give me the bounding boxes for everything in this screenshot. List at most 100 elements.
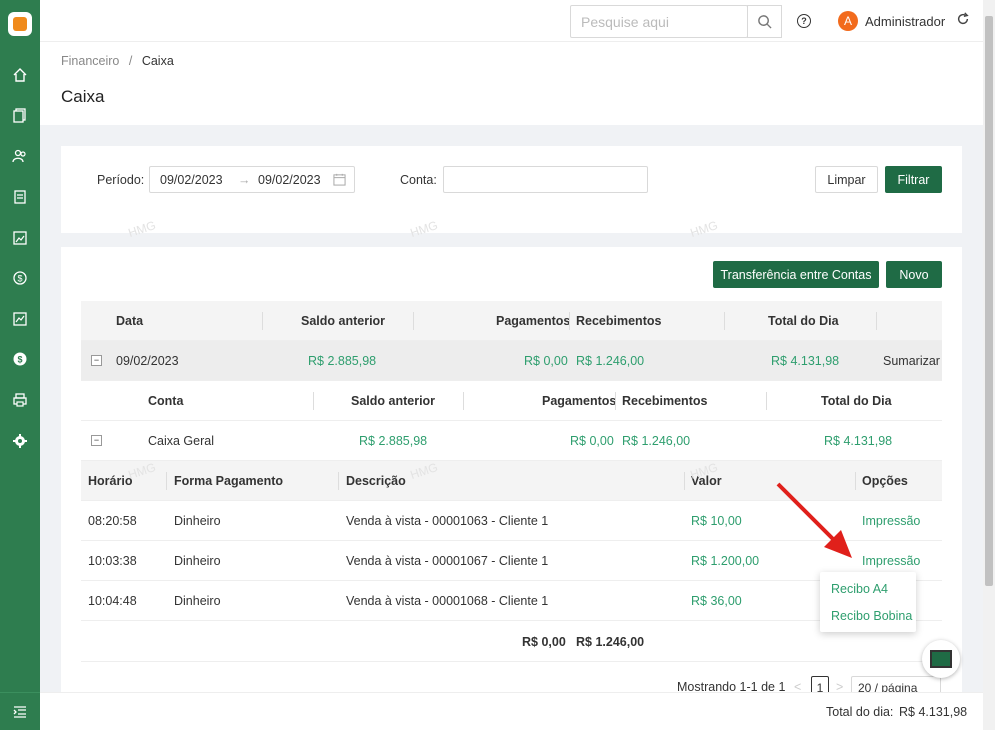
app-logo[interactable]	[8, 12, 32, 36]
transactions-header: Horário Forma Pagamento Descrição Valor …	[81, 461, 942, 501]
home-icon[interactable]	[11, 66, 29, 84]
print-menu: Recibo A4 Recibo Bobina	[820, 572, 916, 632]
transaction-time: 10:04:48	[88, 594, 137, 608]
print-a4-option[interactable]: Recibo A4	[831, 582, 888, 596]
transaction-method: Dinheiro	[174, 514, 221, 528]
total-payments: R$ 0,00	[522, 635, 566, 649]
transaction-row: 10:03:38 Dinheiro Venda à vista - 000010…	[81, 541, 942, 581]
dollar-circle-icon[interactable]: $	[11, 269, 29, 287]
footer: Total do dia: R$ 4.131,98	[40, 692, 983, 730]
account-previous-balance: R$ 2.885,98	[359, 434, 428, 448]
breadcrumb-separator: /	[128, 54, 133, 68]
help-icon[interactable]: ?	[797, 14, 811, 28]
col-account-previous-balance: Saldo anterior	[351, 394, 436, 408]
transfer-button[interactable]: Transferência entre Contas	[713, 261, 879, 288]
transaction-description: Venda à vista - 00001068 - Cliente 1	[346, 594, 549, 608]
account-receipts: R$ 1.246,00	[622, 434, 691, 448]
day-receipts: R$ 1.246,00	[576, 354, 645, 368]
account-row: − Caixa Geral R$ 2.885,98 R$ 0,00 R$ 1.2…	[81, 421, 942, 461]
account-total: R$ 4.131,98	[824, 434, 893, 448]
footer-total-label: Total do dia:	[826, 705, 894, 719]
summarize-link[interactable]: Sumarizar	[883, 354, 940, 368]
transaction-row: 10:04:48 Dinheiro Venda à vista - 000010…	[81, 581, 942, 621]
col-account-total: Total do Dia	[821, 394, 892, 408]
period-range-picker[interactable]: 09/02/2023 → 09/02/2023	[149, 166, 355, 193]
breadcrumb-parent[interactable]: Financeiro	[61, 54, 119, 68]
finance-icon[interactable]: $	[11, 350, 29, 368]
new-button[interactable]: Novo	[886, 261, 942, 288]
transaction-time: 10:03:38	[88, 554, 137, 568]
col-previous-balance: Saldo anterior	[301, 314, 386, 328]
transaction-row: 08:20:58 Dinheiro Venda à vista - 000010…	[81, 501, 942, 541]
image-icon[interactable]	[11, 229, 29, 247]
calendar-icon	[333, 173, 346, 186]
day-payments: R$ 0,00	[524, 354, 568, 368]
search-input[interactable]: Pesquise aqui	[570, 5, 748, 38]
collapse-day-toggle[interactable]: −	[91, 355, 102, 366]
clear-button[interactable]: Limpar	[815, 166, 878, 193]
search-icon	[758, 15, 772, 29]
settings-icon[interactable]	[11, 432, 29, 450]
total-receipts: R$ 1.246,00	[576, 635, 645, 649]
range-arrow-icon: →	[238, 173, 251, 187]
top-bar: Pesquise aqui ? A Administrador	[40, 0, 983, 42]
username[interactable]: Administrador	[865, 14, 945, 29]
documents-icon[interactable]	[11, 106, 29, 124]
refresh-icon[interactable]	[956, 12, 970, 30]
col-options: Opções	[862, 474, 908, 488]
col-description: Descrição	[346, 474, 406, 488]
col-payments: Pagamentos	[496, 314, 571, 328]
col-payment-method: Forma Pagamento	[174, 474, 284, 488]
col-day-total: Total do Dia	[768, 314, 839, 328]
footer-total-value: R$ 4.131,98	[899, 705, 968, 719]
receipt-icon[interactable]	[11, 188, 29, 206]
breadcrumb-current: Caixa	[141, 54, 174, 68]
avatar[interactable]: A	[838, 11, 858, 31]
print-roll-option[interactable]: Recibo Bobina	[831, 609, 912, 623]
sidebar-collapse-button[interactable]	[0, 692, 40, 730]
page-header: Financeiro / Caixa Caixa	[40, 42, 983, 125]
account-label: Conta:	[400, 173, 437, 187]
col-date: Data	[116, 314, 144, 328]
filter-button[interactable]: Filtrar	[885, 166, 942, 193]
day-previous-balance: R$ 2.885,98	[308, 354, 377, 368]
chat-widget-icon[interactable]	[922, 640, 960, 678]
transaction-description: Venda à vista - 00001063 - Cliente 1	[346, 514, 549, 528]
search-button[interactable]	[747, 5, 782, 38]
breadcrumb: Financeiro / Caixa	[61, 54, 174, 68]
period-label: Período:	[97, 173, 145, 187]
svg-text:$: $	[17, 274, 22, 284]
printer-icon[interactable]	[11, 391, 29, 409]
users-icon[interactable]	[11, 147, 29, 165]
print-link[interactable]: Impressão	[862, 514, 920, 528]
col-receipts: Recebimentos	[576, 314, 662, 328]
totals-row: R$ 0,00 R$ 1.246,00	[81, 621, 942, 662]
menu-collapse-icon	[13, 706, 26, 718]
start-date[interactable]: 09/02/2023	[160, 173, 223, 187]
account-select[interactable]	[443, 166, 648, 193]
svg-text:$: $	[17, 355, 22, 365]
print-link[interactable]: Impressão	[862, 554, 920, 568]
transaction-value: R$ 1.200,00	[691, 554, 760, 568]
account-payments: R$ 0,00	[570, 434, 614, 448]
collapse-account-toggle[interactable]: −	[91, 435, 102, 446]
day-total: R$ 4.131,98	[771, 354, 840, 368]
day-date: 09/02/2023	[116, 354, 179, 368]
page-scrollbar[interactable]	[983, 0, 995, 730]
day-table-header: Data Saldo anterior Pagamentos Recebimen…	[81, 301, 942, 341]
chart-icon[interactable]	[11, 310, 29, 328]
col-time: Horário	[88, 474, 133, 488]
end-date[interactable]: 09/02/2023	[258, 173, 321, 187]
sidebar: $ $	[0, 0, 40, 730]
day-row: − 09/02/2023 R$ 2.885,98 R$ 0,00 R$ 1.24…	[81, 341, 942, 381]
col-account: Conta	[148, 394, 184, 408]
col-account-receipts: Recebimentos	[622, 394, 708, 408]
transaction-value: R$ 36,00	[691, 594, 742, 608]
transaction-time: 08:20:58	[88, 514, 137, 528]
filter-card: Período: 09/02/2023 → 09/02/2023 Conta: …	[61, 146, 962, 233]
transaction-description: Venda à vista - 00001067 - Cliente 1	[346, 554, 549, 568]
account-table-header: Conta Saldo anterior Pagamentos Recebime…	[81, 381, 942, 421]
transaction-value: R$ 10,00	[691, 514, 742, 528]
page-title: Caixa	[61, 87, 105, 106]
transaction-method: Dinheiro	[174, 594, 221, 608]
